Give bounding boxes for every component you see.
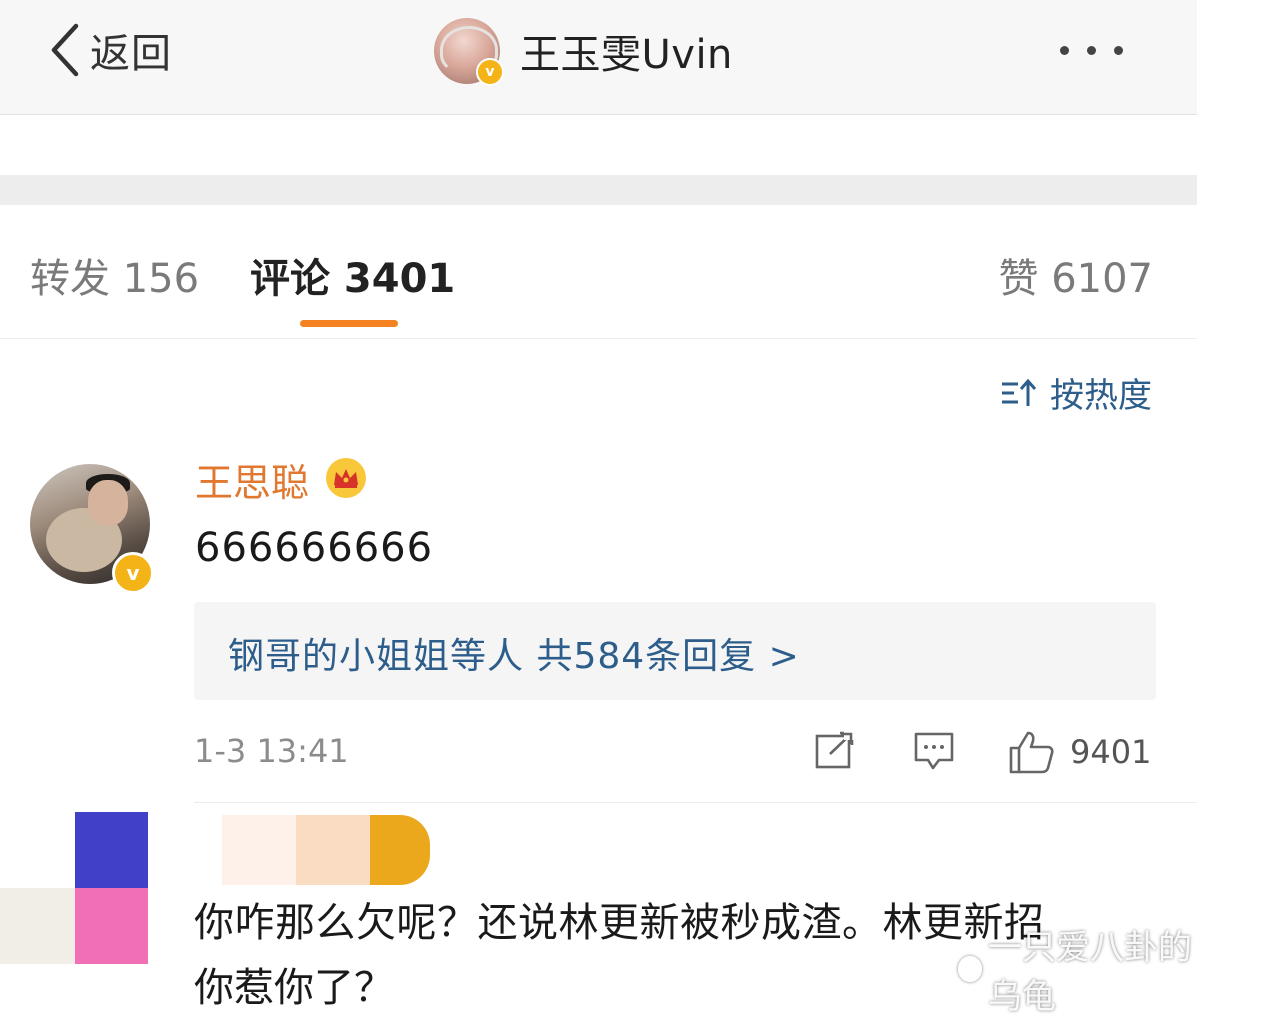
author-avatar[interactable]: v [434, 18, 504, 86]
page-title: 王玉雯Uvin [520, 32, 733, 78]
back-label: 返回 [90, 31, 172, 77]
comment-divider [194, 802, 1197, 803]
tab-likes[interactable]: 赞 6107 [998, 246, 1153, 304]
active-tab-indicator [300, 320, 398, 327]
back-button[interactable]: 返回 [48, 20, 172, 80]
verified-icon: v [476, 58, 504, 86]
sort-label: 按热度 [1050, 376, 1152, 416]
comment-text: 你咋那么欠呢？还说林更新被秒成渣。林更新招 [194, 900, 1045, 946]
like-button[interactable]: 9401 [1008, 730, 1151, 774]
chevron-left-icon [51, 23, 79, 77]
watermark-text: 一只爱八卦的乌龟 [987, 928, 1192, 1017]
tab-reposts[interactable]: 转发 156 [30, 246, 199, 304]
share-button[interactable] [814, 730, 856, 774]
like-count: 9401 [1070, 733, 1152, 771]
tab-comments[interactable]: 评论 3401 [250, 246, 455, 304]
comment-timestamp: 1-3 13:41 [194, 732, 349, 770]
crown-icon [326, 458, 366, 498]
top-navigation-bar: 返回 v 王玉雯Uvin [0, 0, 1197, 115]
comment-icon [914, 732, 954, 770]
more-options-button[interactable] [1060, 30, 1123, 70]
weibo-logo-icon [958, 956, 982, 982]
censored-username [222, 815, 430, 885]
watermark: 一只爱八卦的乌龟 [958, 920, 1197, 1018]
sort-icon [1002, 378, 1037, 406]
commenter-name[interactable]: 王思聪 [195, 452, 309, 507]
replies-summary: 钢哥的小姐姐等人 共584条回复 > [228, 636, 800, 677]
verified-icon: v [112, 552, 154, 594]
post-author-header[interactable]: v 王玉雯Uvin [434, 16, 733, 86]
comment-text: 666666666 [195, 525, 434, 571]
section-divider [0, 175, 1197, 205]
thumb-up-icon [1009, 731, 1054, 774]
censored-avatar [0, 812, 150, 964]
weibo-post-screen: 返回 v 王玉雯Uvin 转发 156 评论 3401 赞 6107 按热度 v… [0, 0, 1197, 1017]
interaction-tabs: 转发 156 评论 3401 赞 6107 [0, 230, 1197, 339]
more-icon [1060, 45, 1069, 55]
comment-text-continued: 你惹你了？ [194, 965, 394, 1011]
share-icon [815, 730, 856, 769]
replies-link[interactable]: 钢哥的小姐姐等人 共584条回复 > [194, 602, 1156, 700]
reply-button[interactable] [913, 730, 955, 776]
sort-by-hot-button[interactable]: 按热度 [1000, 368, 1152, 417]
